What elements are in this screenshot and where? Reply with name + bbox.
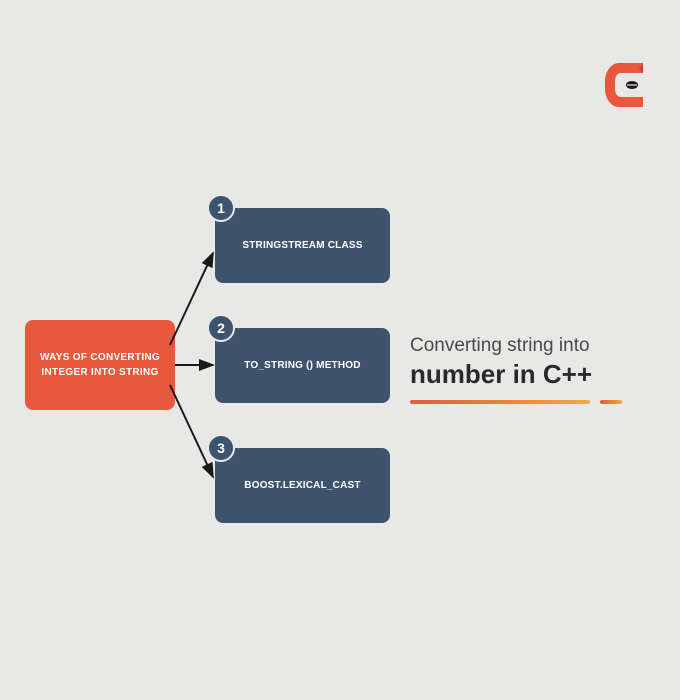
title-small-text: Converting string into	[410, 335, 660, 357]
method-label-2: TO_STRING () METHOD	[244, 358, 360, 373]
method-box-3: 3 BOOST.LEXICAL_CAST	[215, 448, 390, 523]
title-big-text: number in C++	[410, 359, 660, 390]
method-box-1: 1 STRINGSTREAM CLASS	[215, 208, 390, 283]
method-box-2: 2 TO_STRING () METHOD	[215, 328, 390, 403]
badge-1: 1	[207, 194, 235, 222]
source-box-label: WAYS OF CONVERTING INTEGER INTO STRING	[35, 350, 165, 380]
method-label-3: BOOST.LEXICAL_CAST	[244, 478, 360, 493]
badge-3: 3	[207, 434, 235, 462]
title-block: Converting string into number in C++	[410, 335, 660, 404]
badge-2: 2	[207, 314, 235, 342]
title-underline	[410, 400, 625, 404]
brand-logo-icon	[595, 55, 655, 115]
method-label-1: STRINGSTREAM CLASS	[242, 238, 362, 253]
source-box: WAYS OF CONVERTING INTEGER INTO STRING	[25, 320, 175, 410]
